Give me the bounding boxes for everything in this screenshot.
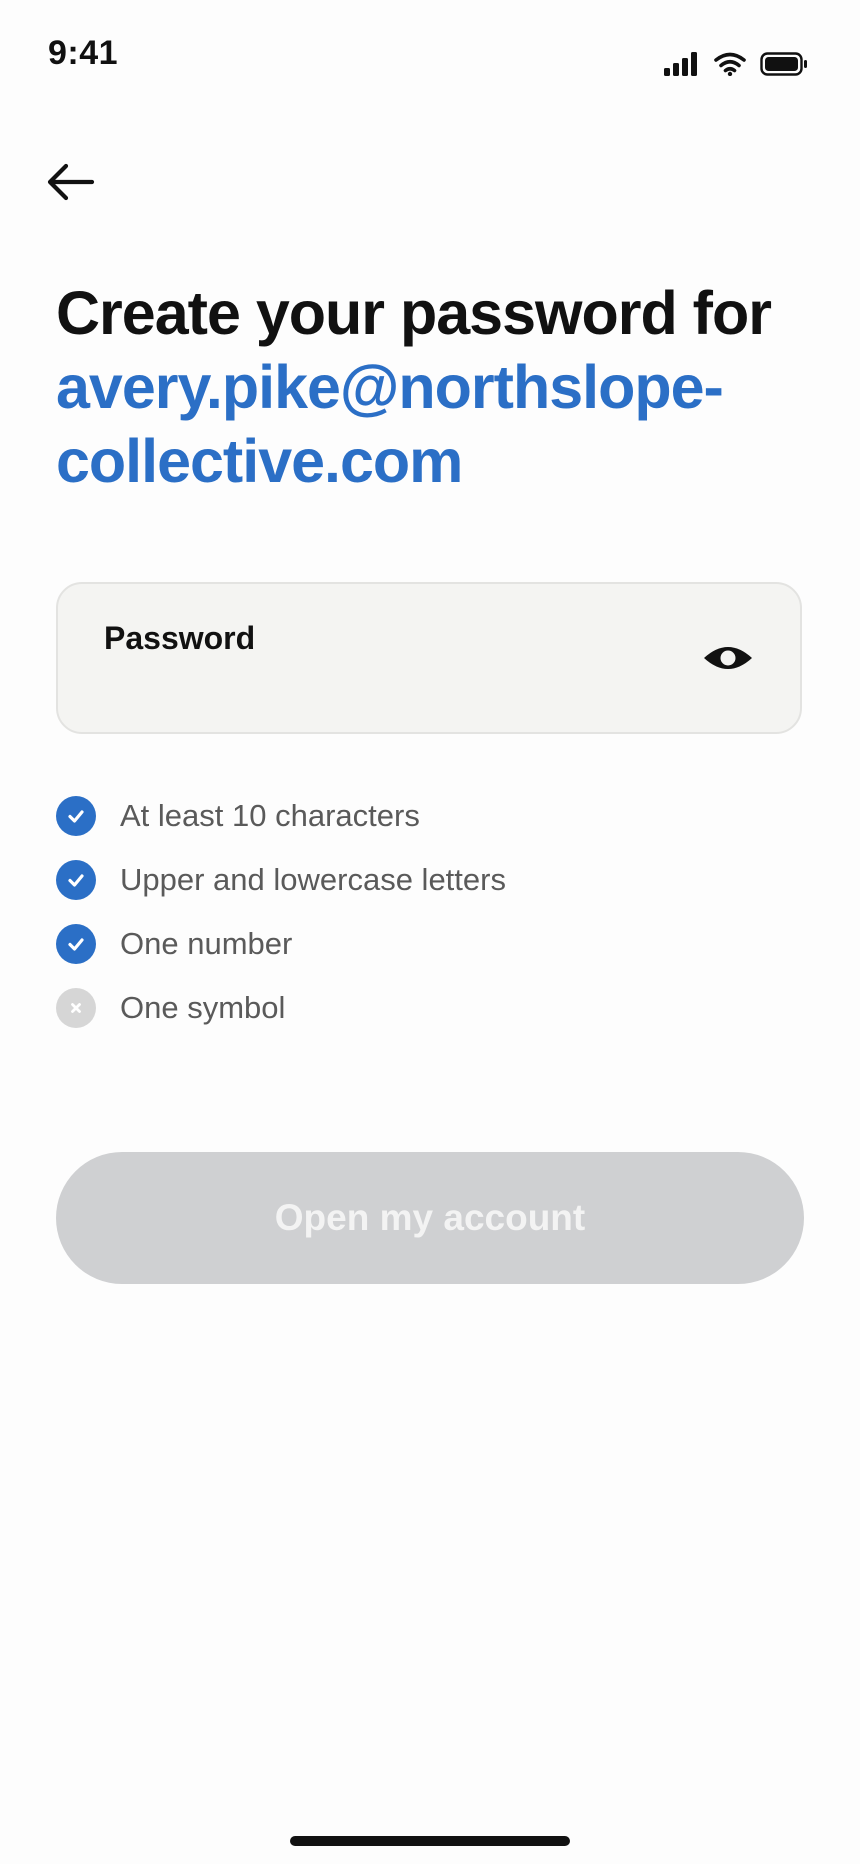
show-password-button[interactable] (700, 638, 756, 682)
home-indicator (290, 1836, 570, 1846)
requirement-item: Upper and lowercase letters (56, 848, 776, 912)
status-bar: 9:41 (0, 0, 860, 110)
check-icon (68, 874, 84, 887)
account-email-line-1: avery.pike@northslope- (56, 353, 724, 421)
page-title-text: Create your password for (56, 279, 772, 347)
open-account-button[interactable]: Open my account (56, 1152, 804, 1284)
x-icon (71, 1003, 81, 1013)
password-requirements: At least 10 characters Upper and lowerca… (56, 784, 776, 1040)
battery-icon (760, 52, 808, 81)
requirement-label: One symbol (120, 990, 286, 1025)
status-icons (664, 52, 808, 81)
requirement-label: One number (120, 926, 293, 961)
requirement-item: One symbol (56, 976, 776, 1040)
requirement-label: Upper and lowercase letters (120, 862, 506, 897)
check-icon (68, 938, 84, 951)
wifi-icon (714, 52, 746, 81)
requirement-unmet-icon (56, 988, 96, 1028)
check-icon (68, 810, 84, 823)
arrow-left-icon (44, 162, 96, 207)
status-time: 9:41 (48, 34, 119, 72)
password-label: Password (104, 620, 256, 656)
requirement-met-icon (56, 924, 96, 964)
cellular-signal-icon (664, 52, 700, 81)
requirement-met-icon (56, 796, 96, 836)
requirement-item: One number (56, 912, 776, 976)
requirement-item: At least 10 characters (56, 784, 776, 848)
password-input[interactable] (102, 666, 666, 712)
page-title: Create your password for avery.pike@nort… (56, 276, 816, 498)
requirement-label: At least 10 characters (120, 798, 420, 833)
back-button[interactable] (40, 156, 100, 212)
requirement-met-icon (56, 860, 96, 900)
account-email-line-2: collective.com (56, 427, 463, 495)
password-field[interactable]: Password (56, 582, 802, 734)
eye-icon (702, 642, 754, 679)
